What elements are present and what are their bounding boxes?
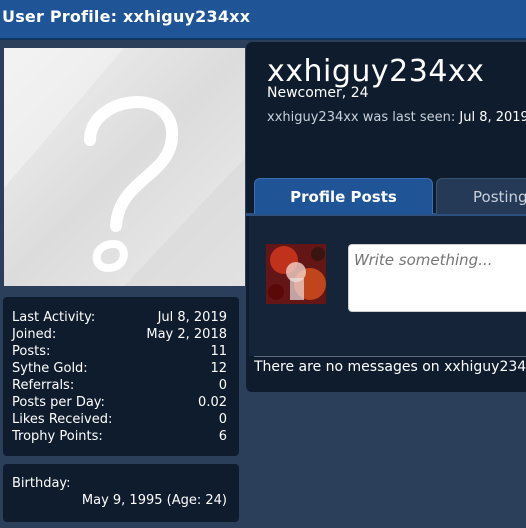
question-mark-icon — [4, 48, 245, 286]
user-thumbnail-icon — [266, 244, 326, 304]
stat-label: Trophy Points: — [12, 429, 103, 444]
stat-value: 0 — [218, 412, 227, 427]
divider — [254, 356, 526, 357]
stat-value[interactable]: 6 — [219, 428, 227, 445]
profile-username: xxhiguy234xx — [267, 54, 485, 89]
stat-trophy-points[interactable]: Trophy Points: 6 — [12, 428, 227, 445]
profile-stats: Last Activity: Jul 8, 2019 Joined: May 2… — [3, 297, 239, 456]
stat-posts[interactable]: Posts: 11 — [12, 343, 227, 360]
stat-label: Likes Received: — [12, 412, 113, 427]
birthday-label: Birthday: — [12, 476, 71, 491]
stat-value[interactable]: 11 — [210, 343, 227, 360]
last-seen: xxhiguy234xx was last seen: Jul 8, 2019 — [267, 110, 526, 125]
stat-sythe-gold: Sythe Gold: 12 — [12, 360, 227, 377]
stat-label: Posts per Day: — [12, 395, 105, 410]
stat-referrals: Referrals: 0 — [12, 377, 227, 394]
tab-profile-posts[interactable]: Profile Posts — [254, 178, 433, 214]
stat-joined: Joined: May 2, 2018 — [12, 326, 227, 343]
tab-postings[interactable]: Postings — [436, 178, 526, 214]
profile-avatar[interactable] — [4, 48, 245, 286]
stat-posts-per-day: Posts per Day: 0.02 — [12, 394, 227, 411]
title-bar: User Profile: xxhiguy234xx — [0, 0, 526, 40]
stat-label: Joined: — [12, 327, 57, 342]
stat-value: Jul 8, 2019 — [157, 310, 227, 325]
user-title: Newcomer, 24 — [267, 85, 369, 101]
stat-last-activity: Last Activity: Jul 8, 2019 — [12, 309, 227, 326]
visitor-avatar[interactable] — [266, 244, 326, 304]
birthday-value: May 9, 1995 (Age: 24) — [81, 493, 227, 508]
stat-value: 12 — [210, 361, 227, 376]
stat-likes-received: Likes Received: 0 — [12, 411, 227, 428]
birthday-box: Birthday: May 9, 1995 (Age: 24) — [3, 464, 239, 522]
empty-posts-message: There are no messages on xxhiguy234xx's … — [254, 359, 526, 375]
page-title: User Profile: xxhiguy234xx — [2, 7, 251, 26]
stat-label: Posts: — [12, 344, 51, 359]
stat-value: 0 — [218, 378, 227, 393]
stat-label: Referrals: — [12, 378, 75, 393]
last-seen-value: Jul 8, 2019 — [459, 110, 526, 125]
stat-label: Last Activity: — [12, 310, 96, 325]
stat-value: May 2, 2018 — [146, 327, 227, 342]
write-post-input[interactable] — [348, 244, 526, 312]
stat-label: Sythe Gold: — [12, 361, 88, 376]
stat-value: 0.02 — [198, 395, 227, 410]
last-seen-label: xxhiguy234xx was last seen: — [267, 110, 456, 125]
